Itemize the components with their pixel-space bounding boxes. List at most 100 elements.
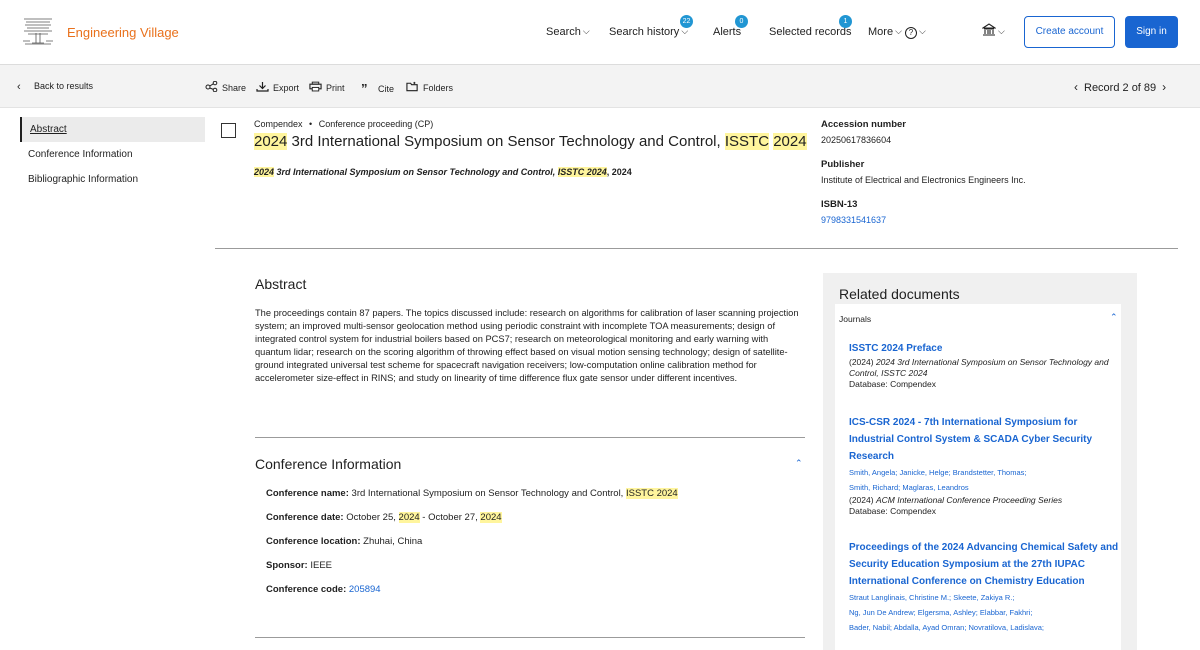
section-nav-conference-information[interactable]: Conference Information — [20, 142, 205, 167]
record-meta: Compendex • Conference proceeding (CP) — [254, 119, 433, 129]
related-document-title[interactable]: ISSTC 2024 Preface — [849, 340, 1119, 357]
title-text: 3rd International Symposium on Sensor Te… — [287, 133, 725, 150]
sponsor-label: Sponsor: — [266, 560, 308, 571]
document-type: Conference proceeding (CP) — [318, 119, 434, 129]
select-record-checkbox[interactable] — [221, 123, 236, 138]
conference-date-highlight: 2024 — [480, 512, 502, 523]
export-button[interactable]: Export — [256, 81, 299, 93]
chevron-left-icon: ‹ — [17, 81, 21, 93]
conference-date-label: Conference date: — [266, 512, 344, 523]
title-highlight: 2024 — [254, 133, 288, 150]
related-documents-panel: Related documents Journals ⌃ ISSTC 2024 … — [823, 273, 1137, 650]
record-source: 2024 3rd International Symposium on Sens… — [254, 167, 632, 177]
conference-location-value: Zhuhai, China — [360, 536, 423, 547]
section-nav-bibliographic-information[interactable]: Bibliographic Information — [20, 167, 205, 192]
nav-search[interactable]: Search ⌵ — [546, 26, 590, 38]
nav-alerts[interactable]: Alerts 0 — [713, 15, 748, 38]
source-year: , 2024 — [606, 167, 632, 177]
nav-search-history[interactable]: Search history ⌵ 22 — [609, 15, 693, 38]
conference-date-start: October 25, — [343, 512, 399, 523]
nav-help[interactable]: ? ⌵ — [905, 26, 926, 39]
section-nav-abstract[interactable]: Abstract — [20, 117, 205, 142]
nav-institution[interactable]: ⌵ — [981, 23, 1005, 38]
export-label: Export — [273, 83, 300, 93]
conference-date-row: Conference date: October 25, 2024 - Octo… — [266, 512, 502, 523]
brand-name[interactable]: Engineering Village — [67, 25, 179, 40]
related-documents-list: Journals ⌃ ISSTC 2024 Preface (2024) 202… — [835, 304, 1121, 650]
folders-label: Folders — [423, 83, 454, 93]
related-document-title[interactable]: ICS-CSR 2024 - 7th International Symposi… — [849, 414, 1119, 465]
journals-group-label[interactable]: Journals — [839, 314, 871, 324]
nav-search-history-label: Search history — [609, 26, 680, 38]
chevron-up-icon[interactable]: ⌃ — [1110, 312, 1118, 323]
sign-in-button[interactable]: Sign in — [1125, 16, 1178, 48]
search-history-count-badge: 22 — [680, 15, 693, 28]
related-documents-heading: Related documents — [839, 286, 960, 302]
section-nav: Abstract Conference Information Bibliogr… — [20, 117, 205, 192]
nav-more[interactable]: More ⌵ — [868, 26, 902, 38]
printer-icon — [309, 81, 322, 92]
conference-date-highlight: 2024 — [398, 512, 420, 523]
related-document-authors[interactable]: Straut Langlinais, Christine M.; Skeete,… — [849, 590, 1119, 605]
next-record-icon[interactable]: › — [1162, 80, 1166, 94]
nav-selected-records[interactable]: Selected records 1 — [769, 15, 852, 38]
alerts-count-badge: 0 — [735, 15, 748, 28]
related-document-database: Database: Compendex — [849, 379, 936, 389]
related-document-publication: ACM International Conference Proceeding … — [875, 495, 1063, 505]
database-name: Compendex — [254, 119, 303, 129]
related-document-year: (2024) — [849, 357, 874, 367]
title-highlight: ISSTC — [724, 133, 770, 150]
share-label: Share — [222, 83, 247, 93]
conference-name-row: Conference name: 3rd International Sympo… — [266, 488, 678, 499]
download-icon — [256, 82, 269, 92]
related-document-authors[interactable]: Ng, Jun De Andrew; Elgersma, Ashley; Ela… — [849, 605, 1119, 620]
share-button[interactable]: Share — [205, 81, 246, 93]
conference-location-label: Conference location: — [266, 536, 361, 547]
conference-code-row: Conference code: 205894 — [266, 584, 381, 595]
record-position: Record 2 of 89 — [1084, 82, 1157, 94]
publisher-label: Publisher — [821, 159, 865, 170]
back-to-results-link[interactable]: ‹ Back to results — [17, 81, 93, 93]
chevron-up-icon[interactable]: ⌃ — [795, 458, 803, 469]
isbn-link[interactable]: 9798331541637 — [821, 215, 886, 225]
isbn-block: ISBN-13 9798331541637 — [821, 199, 886, 225]
conference-code-link[interactable]: 205894 — [349, 584, 381, 595]
conference-date-end: - October 27, — [419, 512, 481, 523]
accession-number-label: Accession number — [821, 119, 906, 130]
related-document-title[interactable]: Proceedings of the 2024 Advancing Chemic… — [849, 539, 1119, 590]
share-icon — [205, 81, 218, 92]
print-label: Print — [326, 83, 345, 93]
folders-button[interactable]: Folders — [406, 81, 453, 93]
nav-search-label: Search — [546, 26, 581, 38]
sponsor-row: Sponsor: IEEE — [266, 560, 332, 571]
abstract-divider — [255, 437, 805, 438]
institution-icon — [981, 23, 997, 36]
related-document: ISSTC 2024 Preface (2024) 2024 3rd Inter… — [849, 340, 1119, 390]
meta-separator: • — [309, 119, 313, 129]
print-button[interactable]: Print — [309, 81, 345, 93]
related-document-year: (2024) — [849, 495, 874, 505]
chevron-down-icon: ⌵ — [582, 26, 590, 36]
related-document-database: Database: Compendex — [849, 506, 936, 516]
accession-number-value: 20250617836604 — [821, 135, 892, 145]
related-document-authors[interactable]: Bader, Nabil; Abdalla, Ayad Omran; Novra… — [849, 620, 1119, 635]
cite-button[interactable]: ” Cite — [361, 81, 394, 96]
create-account-button[interactable]: Create account — [1024, 16, 1115, 48]
elsevier-tree-logo[interactable] — [20, 15, 56, 47]
related-document-source: (2024) ACM International Conference Proc… — [849, 495, 1119, 506]
nav-alerts-label: Alerts — [713, 26, 742, 38]
chevron-down-icon: ⌵ — [895, 26, 902, 36]
source-text: 3rd International Symposium on Sensor Te… — [274, 167, 558, 177]
sponsor-value: IEEE — [307, 560, 332, 571]
conference-information-heading: Conference Information — [255, 456, 402, 472]
cite-label: Cite — [378, 84, 395, 94]
publisher-value: Institute of Electrical and Electronics … — [821, 175, 1026, 185]
related-document-publication: 2024 3rd International Symposium on Sens… — [849, 357, 1109, 378]
related-document-source: (2024) 2024 3rd International Symposium … — [849, 357, 1119, 379]
conference-code-label: Conference code: — [266, 584, 347, 595]
previous-record-icon[interactable]: ‹ — [1074, 80, 1078, 94]
quote-icon: ” — [361, 81, 368, 96]
related-document: Proceedings of the 2024 Advancing Chemic… — [849, 539, 1119, 635]
related-document-authors[interactable]: Smith, Angela; Janicke, Helge; Brandstet… — [849, 465, 1119, 480]
related-document-authors[interactable]: Smith, Richard; Maglaras, Leandros — [849, 480, 1119, 495]
